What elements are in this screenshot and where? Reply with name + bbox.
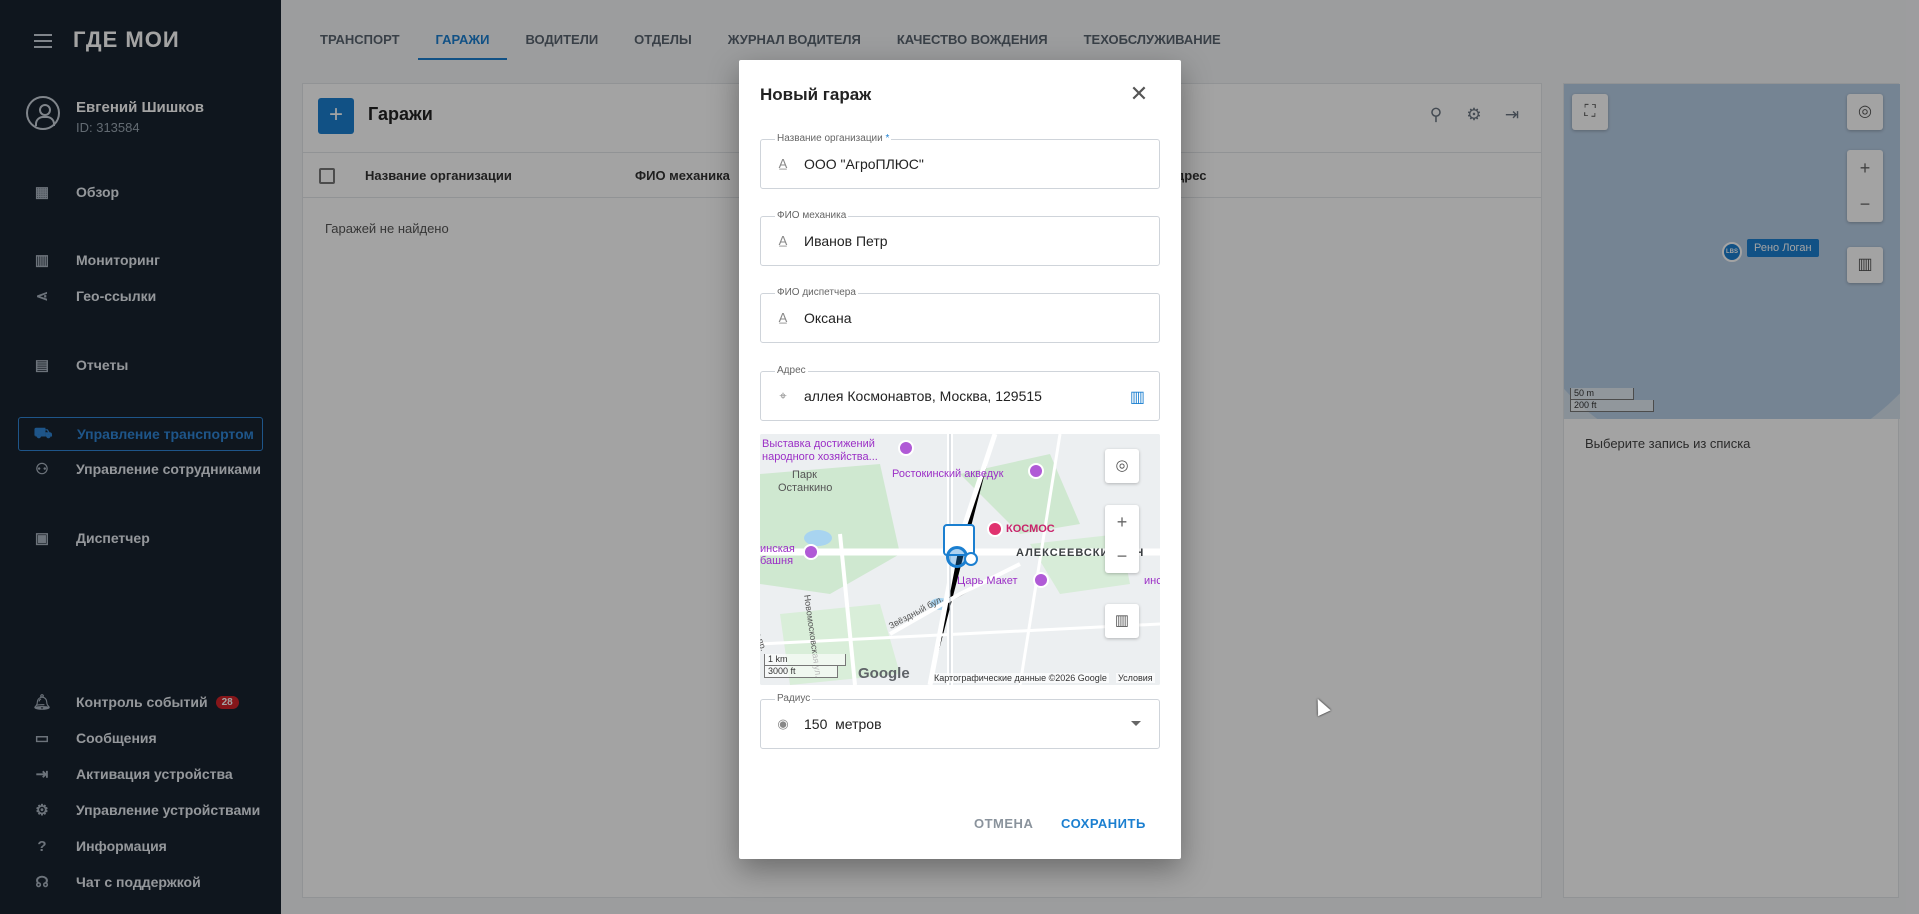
poi-marker-icon[interactable] <box>1028 463 1044 479</box>
poi-marker-icon[interactable] <box>987 521 1003 537</box>
poi-marker-icon[interactable] <box>898 440 914 456</box>
location-pin-icon: ⌖ <box>779 388 787 403</box>
map-label-tower: инская <box>760 543 795 555</box>
radius-icon: ◉ <box>777 716 789 731</box>
google-logo: Google <box>858 665 910 682</box>
cancel-button[interactable]: Отмена <box>974 816 1033 831</box>
poi-marker-icon[interactable] <box>803 544 819 560</box>
field-label: Адрес <box>775 365 808 376</box>
map-label-kosmos: КОСМОС <box>1006 523 1055 535</box>
text-format-icon: A̲ <box>778 233 788 248</box>
map-label-cut: инск <box>1144 575 1160 587</box>
map-label-park: Парк <box>792 469 817 481</box>
address-field[interactable]: Адрес ⌖ аллея Космонавтов, Москва, 12951… <box>760 365 1160 421</box>
dispatcher-value: Оксана <box>804 310 852 326</box>
text-format-icon: A̲ <box>778 310 788 325</box>
geofence-center-dot[interactable] <box>964 552 978 566</box>
chevron-down-icon[interactable] <box>1131 721 1141 726</box>
map-scale-ft: 3000 ft <box>764 666 838 678</box>
address-value: аллея Космонавтов, Москва, 129515 <box>804 388 1042 404</box>
map-zoom-out-button[interactable]: − <box>1105 539 1139 573</box>
field-label: Радиус <box>775 693 813 704</box>
map-label-tower: башня <box>760 555 794 567</box>
map-scale-km: 1 km <box>764 654 846 666</box>
map-zoom-in-button[interactable]: + <box>1105 505 1139 539</box>
text-format-icon: A̲ <box>778 156 788 171</box>
map-layers-icon[interactable]: ▥ <box>1105 604 1139 638</box>
close-icon[interactable]: ✕ <box>1127 82 1151 106</box>
dialog-title: Новый гараж <box>760 85 872 104</box>
radius-select[interactable]: Радиус ◉ 150 метров <box>760 693 1160 749</box>
field-label: Название организации * <box>775 133 892 144</box>
field-label: ФИО механика <box>775 210 849 221</box>
radius-value: 150 метров <box>804 716 882 732</box>
save-button[interactable]: Сохранить <box>1061 816 1146 831</box>
map-label-park: Останкино <box>778 482 833 494</box>
org-name-value: ООО "АгроПЛЮС" <box>804 156 924 172</box>
map-label-vdnh: Выставка достижений <box>762 438 875 450</box>
org-name-field[interactable]: Название организации * A̲ ООО "АгроПЛЮС" <box>760 133 1160 189</box>
map-label-tsar-maket: Царь Макет <box>957 575 1018 587</box>
new-garage-dialog: Новый гараж ✕ Название организации * A̲ … <box>739 60 1181 859</box>
map-label-aqueduct: Ростокинский акведук <box>892 468 1004 480</box>
mechanic-field[interactable]: ФИО механика A̲ Иванов Петр <box>760 210 1160 266</box>
map-label-vdnh: народного хозяйства... <box>762 451 878 463</box>
poi-marker-icon[interactable] <box>1033 572 1049 588</box>
locate-icon[interactable]: ◎ <box>1105 449 1139 483</box>
mechanic-value: Иванов Петр <box>804 233 888 249</box>
dispatcher-field[interactable]: ФИО диспетчера A̲ Оксана <box>760 287 1160 343</box>
map-terms-link[interactable]: Условия <box>1116 673 1155 683</box>
map-zoom-control: + − <box>1105 505 1139 573</box>
map-attribution: Картографические данные ©2026 Google <box>932 673 1109 683</box>
map-picker-icon[interactable]: ▥ <box>1130 387 1145 407</box>
field-label: ФИО диспетчера <box>775 287 858 298</box>
address-map[interactable]: Выставка достижений народного хозяйства.… <box>760 434 1160 685</box>
